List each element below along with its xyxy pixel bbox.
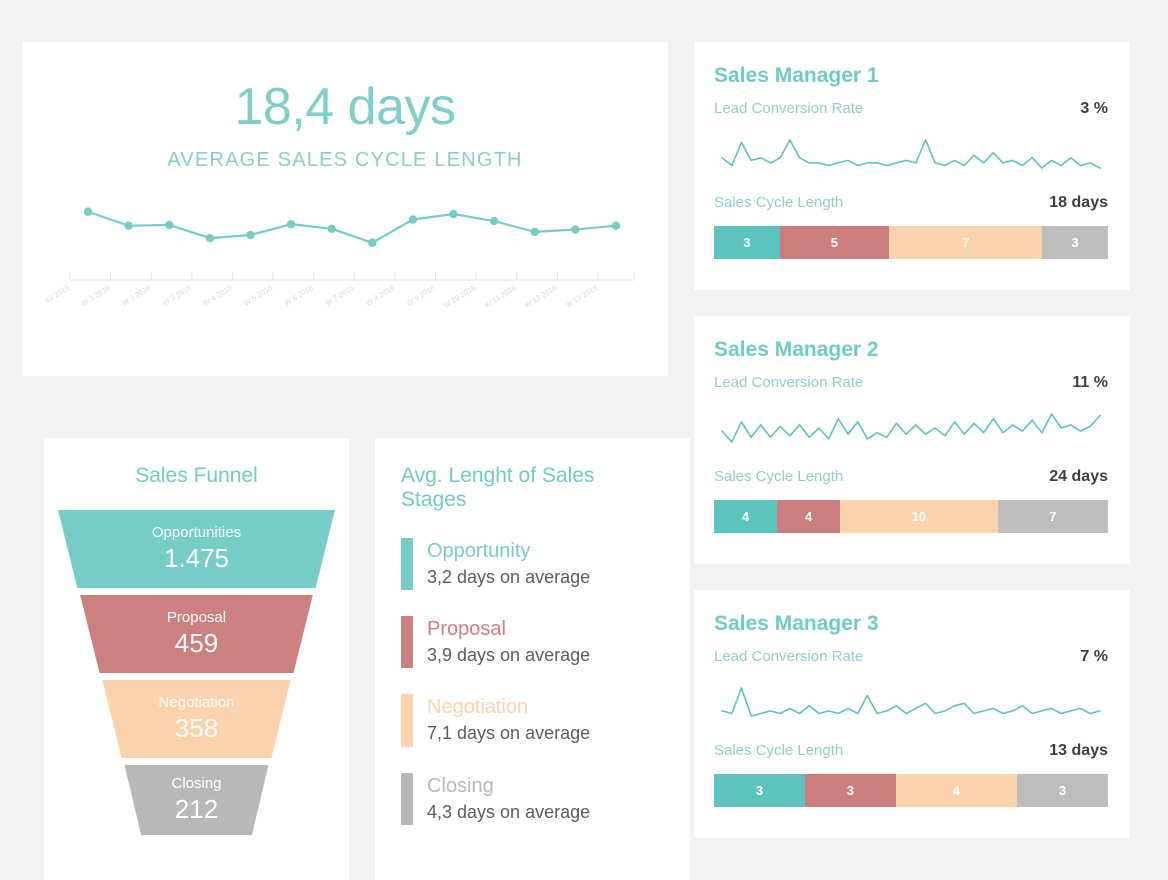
funnel-segment[interactable]: Negotiation 358 — [58, 680, 335, 758]
managers-column: Sales Manager 1 Lead Conversion Rate 3 % Sa… — [694, 42, 1130, 864]
sales-cycle-segment[interactable]: 4 — [895, 774, 1018, 807]
lead-conversion-value: 3 % — [1080, 100, 1108, 117]
dashboard: 18,4 days AVERAGE SALES CYCLE LENGTH W 5… — [0, 0, 1168, 880]
lead-conversion-sparkline — [714, 128, 1108, 174]
sales-cycle-segment[interactable]: 4 — [714, 500, 778, 533]
sales-cycle-segment[interactable]: 3 — [1042, 226, 1108, 259]
sales-cycle-value: 18 days — [1049, 194, 1108, 211]
stage-list-item[interactable]: Negotiation 7,1 days on average — [401, 694, 664, 747]
kpi-label: AVERAGE SALES CYCLE LENGTH — [167, 148, 523, 171]
stage-detail: 7,1 days on average — [427, 723, 591, 744]
stage-color-swatch — [401, 772, 413, 825]
sales-cycle-label: Sales Cycle Length — [714, 468, 844, 485]
sales-stages-card: Avg. Lenght of Sales Stages Opportunity 3… — [375, 438, 690, 880]
sales-cycle-segment-bar: 4 4 10 7 — [714, 500, 1108, 533]
svg-text:W 2 2016: W 2 2016 — [120, 283, 152, 308]
svg-text:W 11 2016: W 11 2016 — [483, 283, 518, 310]
kpi-card: 18,4 days AVERAGE SALES CYCLE LENGTH W 5… — [22, 42, 668, 376]
svg-text:W 1 2016: W 1 2016 — [80, 283, 112, 308]
kpi-value: 18,4 days — [234, 78, 457, 136]
stage-list-item[interactable]: Proposal 3,9 days on average — [401, 616, 664, 669]
sales-cycle-segment[interactable]: 5 — [779, 226, 890, 259]
sales-cycle-segment-bar: 3573 — [714, 226, 1108, 259]
sales-funnel-card: Sales Funnel Opportunities 1.475 Proposal 4… — [44, 438, 349, 880]
bottom-row: Sales Funnel Opportunities 1.475 Proposal 4… — [44, 438, 690, 880]
sales-cycle-segment[interactable]: 3 — [1017, 774, 1108, 807]
sales-cycle-row: Sales Cycle Length 18 days — [714, 194, 1108, 212]
stage-list: Opportunity 3,2 days on average Proposal 3,… — [401, 538, 664, 825]
svg-text:W 5 2016: W 5 2016 — [242, 283, 274, 308]
stage-name: Closing — [427, 774, 494, 797]
sales-cycle-segment-bar: 3343 — [714, 774, 1108, 807]
lead-conversion-label: Lead Conversion Rate — [714, 100, 864, 117]
sales-cycle-segment[interactable]: 3 — [714, 226, 780, 259]
svg-text:W 4 2016: W 4 2016 — [202, 283, 234, 308]
sales-cycle-value: 13 days — [1049, 742, 1108, 759]
lead-conversion-sparkline — [714, 676, 1108, 722]
funnel-segment[interactable]: Closing 212 — [58, 765, 335, 835]
lead-conversion-label: Lead Conversion Rate — [714, 648, 864, 665]
sales-stages-title: Avg. Lenght of Sales Stages — [401, 464, 595, 511]
sales-cycle-segment[interactable]: 4 — [777, 500, 841, 533]
svg-text:W 8 2016: W 8 2016 — [364, 283, 396, 308]
lead-conversion-value: 7 % — [1080, 648, 1108, 665]
funnel-segment[interactable]: Proposal 459 — [58, 595, 335, 673]
sales-cycle-row: Sales Cycle Length 24 days — [714, 468, 1108, 486]
svg-text:W 9 2016: W 9 2016 — [405, 283, 437, 308]
stage-detail: 3,9 days on average — [427, 645, 591, 666]
manager-title: Sales Manager 2 — [714, 338, 879, 361]
svg-text:W 7 2016: W 7 2016 — [323, 283, 355, 308]
sales-cycle-row: Sales Cycle Length 13 days — [714, 742, 1108, 760]
sales-cycle-segment[interactable]: 7 — [889, 226, 1043, 259]
svg-text:W 53 2015: W 53 2015 — [46, 283, 71, 310]
manager-title: Sales Manager 3 — [714, 612, 879, 635]
manager-card: Sales Manager 3 Lead Conversion Rate 7 % Sa… — [694, 590, 1130, 838]
stage-color-swatch — [401, 694, 413, 747]
sales-cycle-label: Sales Cycle Length — [714, 742, 844, 759]
sales-cycle-segment[interactable]: 7 — [997, 500, 1108, 533]
stage-list-item[interactable]: Closing 4,3 days on average — [401, 772, 664, 825]
svg-text:W 3 2016: W 3 2016 — [161, 283, 193, 308]
lead-conversion-label: Lead Conversion Rate — [714, 374, 864, 391]
stage-detail: 3,2 days on average — [427, 567, 591, 587]
lead-conversion-row: Lead Conversion Rate 3 % — [714, 100, 1108, 118]
svg-text:W 6 2016: W 6 2016 — [283, 283, 315, 308]
stage-name: Negotiation — [427, 696, 529, 719]
lead-conversion-row: Lead Conversion Rate 7 % — [714, 648, 1108, 666]
sales-cycle-label: Sales Cycle Length — [714, 194, 844, 211]
lead-conversion-sparkline — [714, 402, 1108, 448]
svg-text:W 10 2016: W 10 2016 — [442, 283, 478, 310]
stage-color-swatch — [401, 538, 413, 591]
stage-list-item[interactable]: Opportunity 3,2 days on average — [401, 538, 664, 591]
lead-conversion-value: 11 % — [1072, 374, 1108, 391]
stage-name: Proposal — [427, 618, 506, 641]
stage-detail: 4,3 days on average — [427, 801, 591, 822]
svg-text:W 12 2016: W 12 2016 — [523, 283, 559, 310]
trend-line-chart: W 53 2015 W 1 2016 W 2 2016 W 3 2016 W 4 201… — [36, 207, 635, 310]
stage-color-swatch — [401, 616, 413, 669]
sales-cycle-segment[interactable]: 3 — [714, 774, 805, 807]
funnel-segment[interactable]: Opportunities 1.475 — [58, 510, 335, 588]
sales-cycle-segment[interactable]: 10 — [840, 500, 998, 533]
sales-funnel-chart: Opportunities 1.475 Proposal 459 Negotiation… — [58, 510, 335, 835]
left-column: 18,4 days AVERAGE SALES CYCLE LENGTH W 5… — [22, 42, 690, 880]
sales-funnel-title: Sales Funnel — [135, 464, 258, 487]
svg-text:W 13 2016: W 13 2016 — [564, 283, 600, 310]
manager-title: Sales Manager 1 — [714, 64, 879, 87]
manager-card: Sales Manager 2 Lead Conversion Rate 11 % S… — [694, 316, 1130, 564]
lead-conversion-row: Lead Conversion Rate 11 % — [714, 374, 1108, 392]
sales-cycle-trend-chart: W 53 2015 W 1 2016 W 2 2016 W 3 2016 W 4 201… — [22, 200, 668, 315]
stage-name: Opportunity — [427, 540, 531, 562]
manager-card: Sales Manager 1 Lead Conversion Rate 3 % Sa… — [694, 42, 1130, 290]
sales-cycle-segment[interactable]: 3 — [804, 774, 896, 807]
sales-cycle-value: 24 days — [1049, 468, 1108, 485]
